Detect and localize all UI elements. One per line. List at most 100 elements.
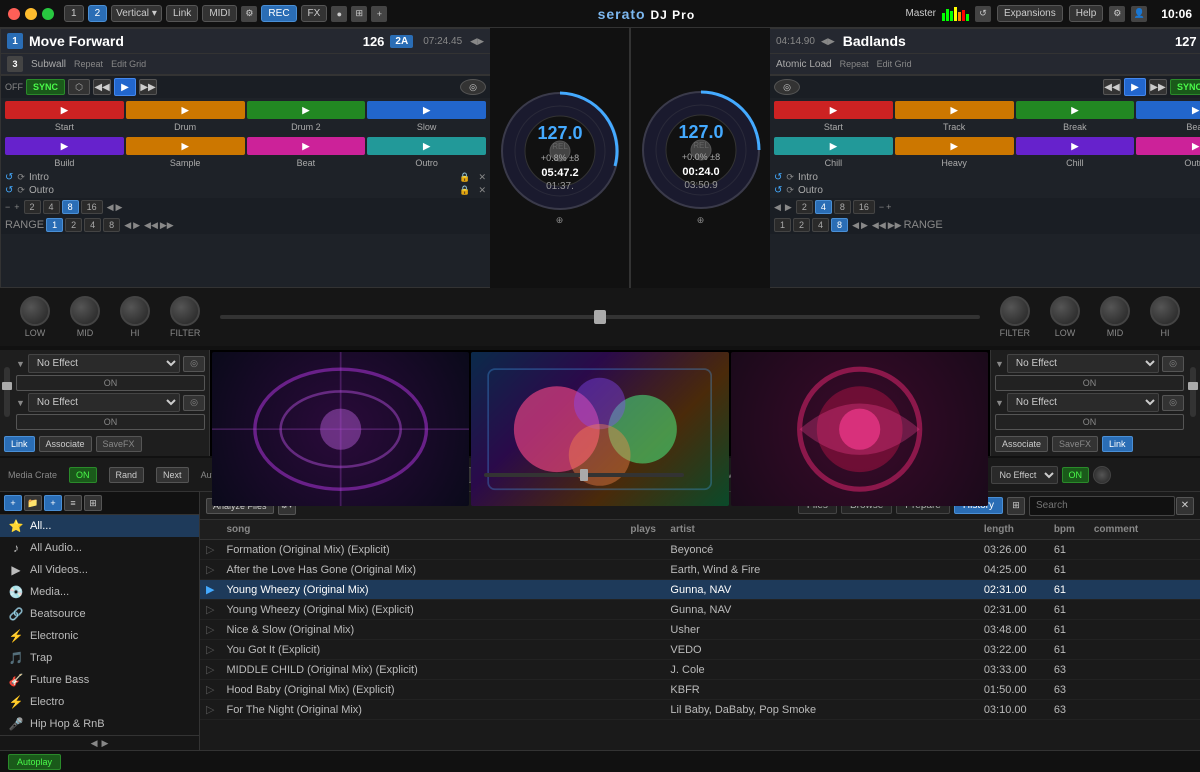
fx-left-link[interactable]: Link [4, 436, 35, 452]
deck-1-link-icon[interactable]: ⬡ [68, 79, 90, 95]
table-row[interactable]: ▷ For The Night (Original Mix) Lil Baby,… [200, 700, 1200, 720]
deck-2-cue-chill2[interactable]: ▶ [1016, 137, 1135, 155]
deck-1-range-4[interactable]: 4 [84, 218, 101, 232]
deck-2-knob[interactable]: ◎ [774, 79, 800, 95]
fx-left-slider1[interactable] [4, 367, 10, 417]
table-row[interactable]: ▶ Young Wheezy (Original Mix) Gunna, NAV… [200, 580, 1200, 600]
deck-1-loop-2[interactable]: 2 [24, 200, 41, 214]
deck-1-remove-icon-2[interactable]: ✕ [478, 185, 486, 196]
deck-2-prev-loop-icon[interactable]: ◀ [774, 202, 781, 213]
fx-left-knob2[interactable]: ◎ [183, 395, 205, 411]
user-icon[interactable]: 👤 [1131, 6, 1147, 22]
fx-right-slider1-thumb[interactable] [1188, 382, 1198, 390]
fx-left-knob1[interactable]: ◎ [183, 356, 205, 372]
media-on-btn[interactable]: ON [69, 467, 97, 483]
headphone-icon[interactable]: ↺ [975, 6, 991, 22]
add-btn[interactable]: + [4, 495, 22, 511]
deck-2-prev[interactable]: ◀◀ [1103, 79, 1121, 95]
fx-right-knob2[interactable]: ◎ [1162, 395, 1184, 411]
deck-2-sync[interactable]: SYNC [1170, 79, 1200, 95]
deck-1-editgrid-label[interactable]: Edit Grid [111, 59, 146, 69]
deck-1-next-loop-icon[interactable]: ▶ [116, 202, 123, 213]
fx-right-associate[interactable]: Associate [995, 436, 1048, 452]
deck2-low-knob[interactable] [1050, 296, 1080, 326]
deck-2-minus-icon[interactable]: − [879, 202, 884, 212]
sidebar-item-trap[interactable]: 🎵 Trap [0, 647, 199, 669]
sidebar-item-media[interactable]: 💿 Media... [0, 581, 199, 603]
deck-2-cue-outro[interactable]: ▶ [1136, 137, 1200, 155]
deck-1-cue-beat[interactable]: ▶ [247, 137, 366, 155]
deck-1-range-2[interactable]: 2 [65, 218, 82, 232]
deck-2-fastfwd-icon[interactable]: ▶▶ [888, 220, 902, 231]
deck-1-plus-icon[interactable]: + [14, 202, 19, 212]
deck-1-loop-8[interactable]: 8 [62, 200, 79, 214]
rec-button[interactable]: REC [261, 5, 296, 22]
layout-dropdown[interactable]: Vertical ▾ [111, 5, 162, 22]
sidebar-item-all[interactable]: ⭐ All... [0, 515, 199, 537]
deck-2-cue-track[interactable]: ▶ [895, 101, 1014, 119]
sidebar-item-beatsource[interactable]: 🔗 Beatsource [0, 603, 199, 625]
sidebar-item-video[interactable]: ▶ All Videos... [0, 559, 199, 581]
deck-1-range-1[interactable]: 1 [46, 218, 63, 232]
fx-right-on1[interactable]: ON [995, 375, 1184, 391]
deck-2-range-2[interactable]: 2 [793, 218, 810, 232]
fx-right-knob1[interactable]: ◎ [1162, 356, 1184, 372]
crossfader-track[interactable] [220, 315, 979, 319]
master-fx2-select[interactable]: No Effect [991, 466, 1058, 484]
table-row[interactable]: ▷ Nice & Slow (Original Mix) Usher 03:48… [200, 620, 1200, 640]
deck-2-cue-heavy[interactable]: ▶ [895, 137, 1014, 155]
deck-1-cue-slow[interactable]: ▶ [367, 101, 486, 119]
fx-right-link[interactable]: Link [1102, 436, 1133, 452]
plus-icon[interactable]: + [371, 6, 387, 22]
deck1-low-knob[interactable] [20, 296, 50, 326]
fx-left-effect2-select[interactable]: No Effect [28, 393, 180, 412]
deck-2-prev-range-icon[interactable]: ◀ [852, 220, 859, 231]
deck-2-play[interactable]: ▶ [1124, 78, 1146, 96]
col-plays[interactable]: plays [624, 520, 664, 540]
search-clear-btn[interactable]: ✕ [1176, 497, 1194, 515]
deck-1-platter[interactable]: 127.0 REL +0.8% ±8 05:47.2 01:37. [500, 91, 620, 211]
fx-right-effect1-select[interactable]: No Effect [1007, 354, 1159, 373]
deck-1-prev-range-icon[interactable]: ◀ [124, 220, 131, 231]
add-crate-btn[interactable]: + [44, 495, 62, 511]
midi-button[interactable]: MIDI [202, 5, 237, 22]
table-row[interactable]: ▷ You Got It (Explicit) VEDO 03:22.00 61 [200, 640, 1200, 660]
table-row[interactable]: ▷ Hood Baby (Original Mix) (Explicit) KB… [200, 680, 1200, 700]
deck-1-button[interactable]: 1 [64, 5, 84, 22]
deck-1-loop-4[interactable]: 4 [43, 200, 60, 214]
deck-1-sync[interactable]: SYNC [26, 79, 65, 95]
deck-2-loop-2[interactable]: 2 [796, 200, 813, 214]
search-input[interactable] [1029, 496, 1175, 516]
fx-right-effect2-select[interactable]: No Effect [1007, 393, 1159, 412]
deck-1-cue-drum[interactable]: ▶ [126, 101, 245, 119]
deck1-filter-knob[interactable] [170, 296, 200, 326]
deck-2-loop-8[interactable]: 8 [834, 200, 851, 214]
deck-2-next-range-icon[interactable]: ▶ [861, 220, 868, 231]
deck-1-cue-drum2[interactable]: ▶ [247, 101, 366, 119]
fx-left-on1[interactable]: ON [16, 375, 205, 391]
help-button[interactable]: Help [1069, 5, 1104, 22]
deck2-mid-knob[interactable] [1100, 296, 1130, 326]
deck-1-play[interactable]: ▶ [114, 78, 136, 96]
deck-2-cue-beat[interactable]: ▶ [1136, 101, 1200, 119]
deck-1-range-8[interactable]: 8 [103, 218, 120, 232]
deck-1-cue-sample[interactable]: ▶ [126, 137, 245, 155]
deck-2-editgrid-label[interactable]: Edit Grid [877, 59, 912, 69]
grid-icon[interactable]: ⊞ [351, 6, 367, 22]
fx-right-on2[interactable]: ON [995, 414, 1184, 430]
sidebar-item-electro[interactable]: ⚡ Electro [0, 691, 199, 713]
deck-2-loop-4[interactable]: 4 [815, 200, 832, 214]
col-length[interactable]: length [978, 520, 1048, 540]
master-fx2-on[interactable]: ON [1062, 467, 1090, 483]
table-row[interactable]: ▷ Formation (Original Mix) (Explicit) Be… [200, 540, 1200, 560]
deck-1-remove-icon-1[interactable]: ✕ [478, 172, 486, 183]
deck-2-range-4[interactable]: 4 [812, 218, 829, 232]
col-artist[interactable]: artist [664, 520, 977, 540]
deck-1-cue-start[interactable]: ▶ [5, 101, 124, 119]
folder-icon[interactable]: 📁 [24, 495, 42, 511]
deck-2-rewind-icon[interactable]: ◀◀ [872, 220, 886, 231]
history-icon[interactable]: ⊞ [1007, 497, 1025, 515]
fx-right-savefx[interactable]: SaveFX [1052, 436, 1098, 452]
deck-1-cue-build[interactable]: ▶ [5, 137, 124, 155]
grid-view-icon[interactable]: ⊞ [84, 495, 102, 511]
